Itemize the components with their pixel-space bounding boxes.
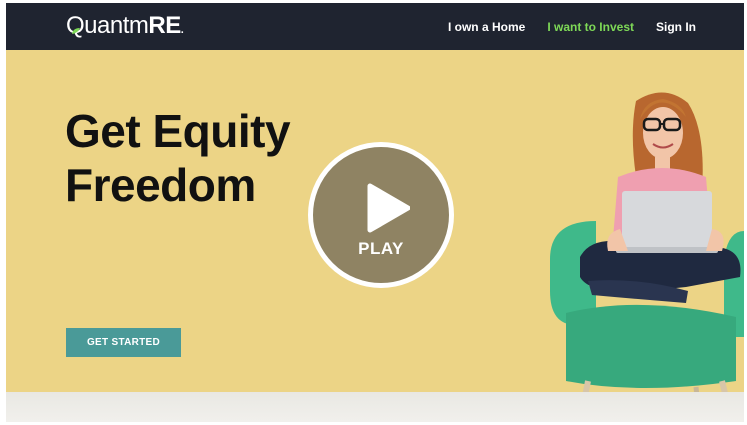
play-icon: [367, 183, 410, 233]
brand-name-light: Quantm: [66, 12, 149, 39]
nav-link-own-home[interactable]: I own a Home: [448, 20, 525, 34]
get-started-button[interactable]: GET STARTED: [66, 328, 181, 357]
page: QuantmRE. I own a Home I want to Invest …: [6, 3, 744, 422]
nav-link-invest[interactable]: I want to Invest: [547, 20, 634, 34]
quantm-leaf-icon: [72, 28, 80, 34]
play-video-button[interactable]: PLAY: [308, 142, 454, 288]
play-label: PLAY: [358, 239, 404, 258]
navbar: QuantmRE. I own a Home I want to Invest …: [6, 3, 744, 50]
nav-link-sign-in[interactable]: Sign In: [656, 20, 696, 34]
brand-logo[interactable]: QuantmRE.: [66, 11, 184, 41]
floor: [6, 392, 744, 422]
brand-name-suffix: .: [180, 24, 184, 36]
brand-name-bold: RE: [148, 12, 181, 39]
hero-headline-line1: Get Equity: [65, 105, 291, 157]
woman-with-laptop-illustration: [550, 92, 744, 422]
nav-links: I own a Home I want to Invest Sign In: [448, 3, 696, 50]
